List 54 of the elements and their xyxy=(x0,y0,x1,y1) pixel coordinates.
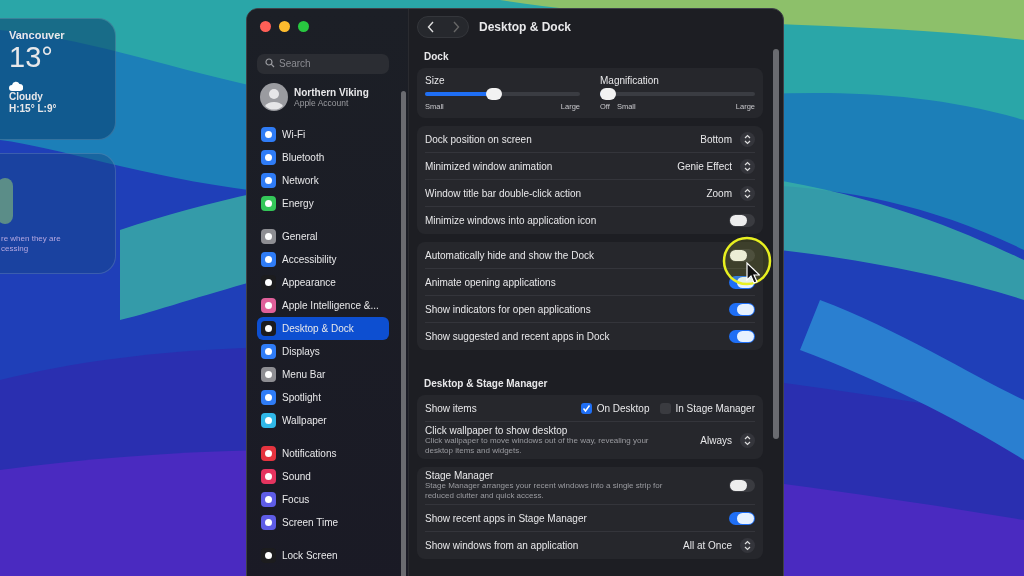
popup-button[interactable]: Zoom xyxy=(706,185,755,201)
popup-button[interactable]: Genie Effect xyxy=(677,158,755,174)
widget-text: re when they are xyxy=(1,234,61,244)
sidebar-item[interactable]: Apple Intelligence &... xyxy=(257,294,389,317)
popup-button[interactable]: Always xyxy=(700,433,755,448)
sidebar-item[interactable]: Appearance xyxy=(257,271,389,294)
temperature-range: H:15° L:9° xyxy=(9,103,57,115)
popup-button[interactable]: Bottom xyxy=(700,131,755,147)
setting-label: Show recent apps in Stage Manager xyxy=(425,512,587,524)
sidebar-item[interactable]: Accessibility xyxy=(257,248,389,271)
slider-label: Magnification xyxy=(600,75,660,86)
sidebar-item[interactable]: Menu Bar xyxy=(257,363,389,386)
checkbox-label: On Desktop xyxy=(596,402,650,414)
sidebar-item[interactable]: Sound xyxy=(257,465,389,488)
widget-text: cessing xyxy=(1,244,29,254)
setting-label: Show items xyxy=(425,402,477,414)
slider-label: Size xyxy=(425,75,446,86)
setting-label: Minimize windows into application icon xyxy=(425,215,597,226)
window-title: Desktop & Dock xyxy=(479,20,572,34)
sidebar-item[interactable]: General xyxy=(257,225,389,248)
setting-label: Automatically hide and show the Dock xyxy=(425,249,594,261)
setting-label: Show windows from an application xyxy=(425,540,579,551)
account-name: Northern Viking xyxy=(294,86,369,98)
setting-label: Minimized window animation xyxy=(425,160,553,172)
sidebar-item[interactable]: Screen Time xyxy=(257,511,389,534)
setting-label: Animate opening applications xyxy=(425,276,556,288)
sidebar-item[interactable]: Energy xyxy=(257,192,389,215)
city-name: Vancouver xyxy=(9,29,65,41)
sidebar-item[interactable]: Network xyxy=(257,169,389,192)
weather-condition: Cloudy xyxy=(9,91,43,103)
setting-label: Click wallpaper to show desktop xyxy=(425,425,569,436)
temperature: 13° xyxy=(9,41,53,73)
sidebar-item[interactable]: Displays xyxy=(257,340,389,363)
section-title: Desktop & Stage Manager xyxy=(424,378,548,389)
setting-description: Click wallpaper to move windows out of the way, revealing your desktop items and widgets. xyxy=(425,436,650,456)
setting-description: Stage Manager arranges your recent windows into a single strip for reduced clutter and quick access. xyxy=(425,481,664,501)
account-subtitle: Apple Account xyxy=(294,97,349,108)
search-field[interactable]: Search xyxy=(257,53,389,74)
setting-label: Dock position on screen xyxy=(425,133,532,145)
section-title: Dock xyxy=(424,51,449,62)
sidebar-item[interactable]: Spotlight xyxy=(257,386,389,409)
sidebar-item[interactable]: Wi-Fi xyxy=(257,123,389,146)
setting-label: Stage Manager xyxy=(425,470,495,481)
sidebar-item[interactable]: Desktop & Dock xyxy=(257,317,389,340)
popup-button[interactable]: All at Once xyxy=(683,538,755,553)
sidebar-item[interactable]: Notifications xyxy=(257,442,389,465)
sidebar-item[interactable]: Bluetooth xyxy=(257,146,389,169)
setting-label: Window title bar double-click action xyxy=(425,187,582,199)
checkbox-label: In Stage Manager xyxy=(675,402,755,414)
sidebar-item[interactable]: Lock Screen xyxy=(257,544,389,567)
setting-label: Show suggested and recent apps in Dock xyxy=(425,331,610,342)
setting-label: Show indicators for open applications xyxy=(425,303,591,315)
sidebar-item[interactable]: Focus xyxy=(257,488,389,511)
sidebar-item[interactable]: Wallpaper xyxy=(257,409,389,432)
